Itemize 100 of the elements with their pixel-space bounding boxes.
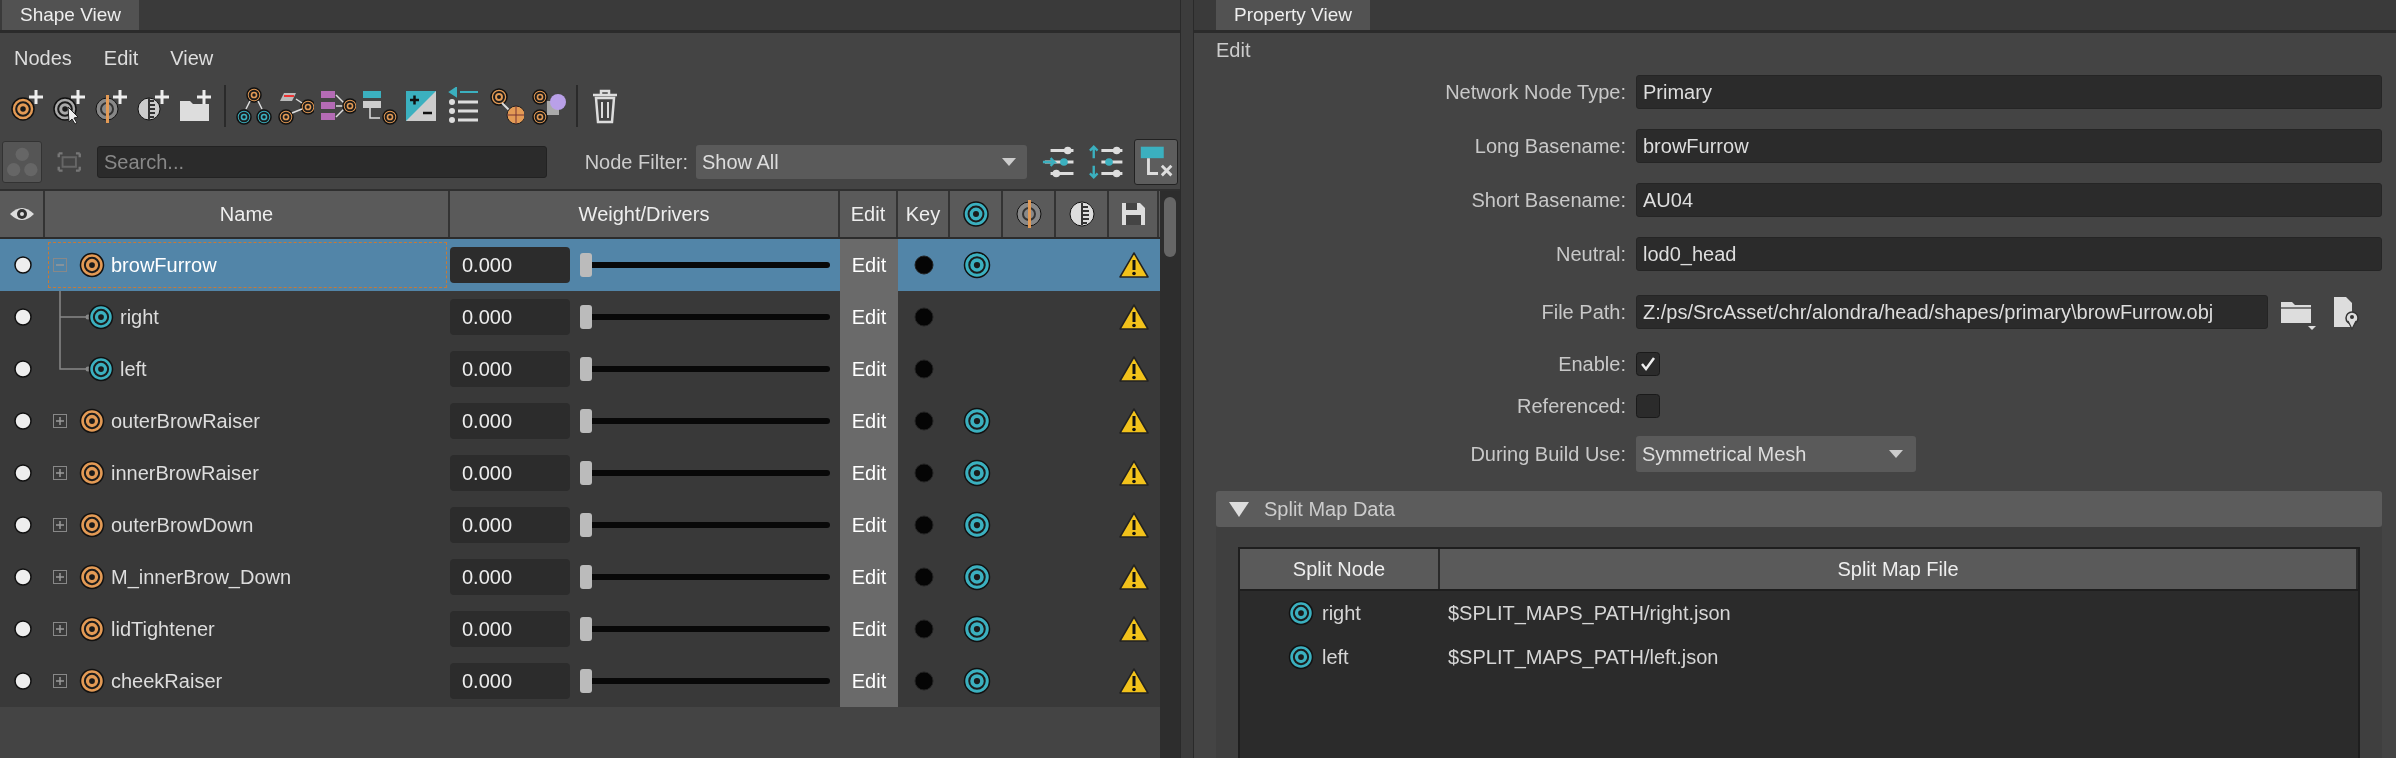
column-header[interactable]: Edit	[840, 191, 898, 237]
section-header[interactable]: Split Map Data	[1216, 491, 2382, 527]
tree-row[interactable]: lidTightener 0.000 Edit	[0, 603, 1160, 655]
weight-field[interactable]: 0.000	[450, 663, 570, 699]
tree-row[interactable]: innerBrowRaiser 0.000 Edit	[0, 447, 1160, 499]
slider-thumb[interactable]	[580, 461, 592, 485]
expand-toggle[interactable]	[53, 570, 67, 584]
visibility-toggle[interactable]	[13, 412, 32, 430]
clear-filter-icon[interactable]	[1133, 139, 1178, 185]
visibility-toggle[interactable]	[13, 360, 32, 378]
slider-thumb[interactable]	[580, 565, 592, 589]
slider-thumb[interactable]	[580, 253, 592, 277]
tree-row[interactable]: browFurrow 0.000 Edit	[0, 239, 1160, 291]
slider-thumb[interactable]	[580, 513, 592, 537]
weight-field[interactable]: 0.000	[450, 351, 570, 387]
text-field[interactable]: lod0_head	[1636, 237, 2382, 271]
weight-slider[interactable]	[580, 409, 830, 433]
field-label: During Build Use:	[1469, 442, 1626, 466]
text-field[interactable]: AU04	[1636, 183, 2382, 217]
weight-field[interactable]: 0.000	[450, 403, 570, 439]
node-name: lidTightener	[111, 617, 215, 641]
scrollbar-thumb[interactable]	[1164, 197, 1176, 257]
column-header[interactable]: Key	[898, 191, 950, 237]
node-globe-icon[interactable]	[488, 87, 524, 125]
split-icon	[1014, 200, 1043, 228]
expand-toggle[interactable]	[53, 466, 67, 480]
expand-toggle[interactable]	[53, 674, 67, 688]
save-icon	[1119, 200, 1147, 228]
caret-icon	[1888, 449, 1904, 459]
weight-slider[interactable]	[580, 305, 830, 329]
visibility-toggle[interactable]	[13, 672, 32, 690]
weight-slider[interactable]	[580, 513, 830, 537]
key-button[interactable]	[914, 255, 934, 275]
filter-label: Node Filter:	[584, 150, 689, 174]
weight-slider[interactable]	[580, 357, 830, 381]
visibility-toggle[interactable]	[13, 256, 32, 274]
column-header[interactable]: Name	[45, 191, 450, 237]
slider-thumb[interactable]	[580, 409, 592, 433]
column-header[interactable]: Split Map File	[1440, 549, 2358, 589]
node-name: right	[120, 305, 159, 329]
panel-tab[interactable]: Property View	[1216, 0, 1370, 30]
expand-toggle[interactable]	[53, 258, 67, 272]
weight-field[interactable]: 0.000	[450, 247, 570, 283]
menu-item[interactable]: View	[170, 46, 214, 70]
build-dropdown[interactable]: Symmetrical Mesh	[1636, 436, 1916, 472]
target-icon	[961, 200, 990, 228]
comb-circle-icon	[1067, 200, 1096, 228]
search-field[interactable]: Search...	[96, 146, 547, 178]
checkbox[interactable]	[1636, 394, 1660, 418]
visibility-toggle[interactable]	[13, 620, 32, 638]
text-field[interactable]: Primary	[1636, 75, 2382, 109]
target-icon	[79, 252, 105, 278]
weight-slider[interactable]	[580, 565, 830, 589]
expand-toggle[interactable]	[53, 414, 67, 428]
column-header[interactable]: Split Node	[1240, 549, 1440, 589]
add-split-node-icon[interactable]	[94, 87, 130, 125]
weight-slider[interactable]	[580, 461, 830, 485]
slider-thumb[interactable]	[580, 305, 592, 329]
target-icon	[1288, 644, 1314, 670]
expand-toggle[interactable]	[53, 622, 67, 636]
add-selected-node-icon[interactable]	[52, 87, 88, 125]
panel-tab[interactable]: Shape View	[2, 0, 140, 30]
menu-item[interactable]: Nodes	[14, 46, 72, 70]
node-graph-icon[interactable]	[2, 141, 43, 183]
field-label: File Path:	[1540, 300, 1626, 324]
tree-row[interactable]: M_innerBrow_Down 0.000 Edit	[0, 551, 1160, 603]
visibility-toggle[interactable]	[13, 516, 32, 534]
weight-field[interactable]: 0.000	[450, 299, 570, 335]
slider-thumb[interactable]	[580, 669, 592, 693]
weight-field[interactable]: 0.000	[450, 611, 570, 647]
tree-row[interactable]: right 0.000 Edit	[0, 291, 1160, 343]
tree-row[interactable]: outerBrowDown 0.000 Edit	[0, 499, 1160, 551]
column-header[interactable]: Weight/Drivers	[450, 191, 840, 237]
weight-field[interactable]: 0.000	[450, 507, 570, 543]
slider-thumb[interactable]	[580, 617, 592, 641]
target-icon	[79, 616, 105, 642]
target-icon	[79, 668, 105, 694]
weight-field[interactable]: 0.000	[450, 455, 570, 491]
weight-slider[interactable]	[580, 669, 830, 693]
weight-field[interactable]: 0.000	[450, 559, 570, 595]
weight-slider[interactable]	[580, 617, 830, 641]
menu-item[interactable]: Edit	[103, 46, 139, 70]
tree-row[interactable]: cheekRaiser 0.000 Edit	[0, 655, 1160, 707]
section-label: Edit	[1216, 38, 1252, 63]
node-shapes-icon[interactable]	[530, 87, 566, 125]
visibility-toggle[interactable]	[13, 464, 32, 482]
target-icon	[79, 408, 105, 434]
path-field[interactable]: Z:/ps/SrcAsset/chr/alondra/head/shapes/primary\browFurrow.obj	[1636, 295, 2268, 329]
slider-thumb[interactable]	[580, 357, 592, 381]
tree-row[interactable]: left 0.000 Edit	[0, 343, 1160, 395]
expand-toggle[interactable]	[53, 518, 67, 532]
tree-row[interactable]: outerBrowRaiser 0.000 Edit	[0, 395, 1160, 447]
node-tree-icon[interactable]	[236, 87, 272, 125]
visibility-toggle[interactable]	[13, 308, 32, 326]
checkbox[interactable]	[1636, 352, 1660, 376]
visibility-toggle[interactable]	[13, 568, 32, 586]
node-name: left	[120, 357, 147, 381]
text-field[interactable]: browFurrow	[1636, 129, 2382, 163]
filter-dropdown[interactable]: Show All	[696, 145, 1028, 179]
weight-slider[interactable]	[580, 253, 830, 277]
